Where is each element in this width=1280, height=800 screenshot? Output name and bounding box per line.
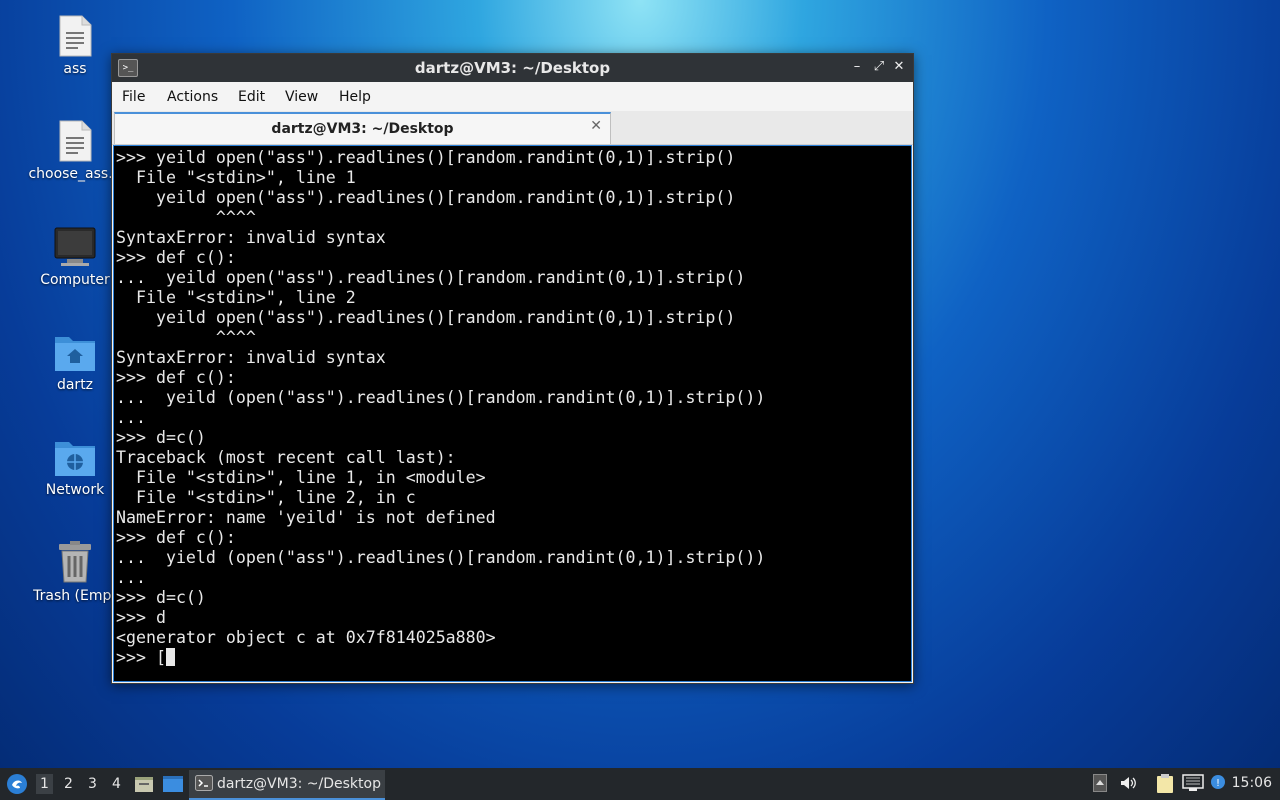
terminal-line: >>> def c(): [116, 528, 236, 547]
menu-view[interactable]: View [285, 89, 318, 105]
terminal-lines: >>> yeild open("ass").readlines()[random… [116, 148, 765, 647]
terminal-line: ^^^^ [215, 208, 256, 227]
terminal-line: SyntaxError: invalid syntax [116, 228, 386, 247]
terminal-prompt: >>> [ [116, 648, 166, 667]
terminal-text: >>> yeild open("ass").readlines()[random… [114, 146, 911, 668]
menu-edit[interactable]: Edit [238, 89, 265, 105]
volume-icon[interactable] [1119, 774, 1137, 792]
workspace-2[interactable]: 2 [64, 776, 73, 792]
taskbar-task-label: dartz@VM3: ~/Desktop [217, 776, 381, 792]
minimize-button[interactable]: – [848, 58, 866, 76]
taskbar: 1 2 3 4 dartz@VM3: ~/Desktop ! 15:06 [0, 768, 1280, 800]
workspace-3[interactable]: 3 [88, 776, 97, 792]
maximize-button[interactable]: ⤢ [870, 58, 888, 76]
terminal-line: SyntaxError: invalid syntax [116, 348, 386, 367]
terminal-line: yeild open("ass").readlines()[random.ran… [155, 188, 736, 207]
terminal-line: ... [116, 408, 146, 427]
window-title: dartz@VM3: ~/Desktop [414, 59, 611, 77]
terminal-line: >>> def c(): [116, 368, 236, 387]
terminal-app-icon [195, 775, 213, 791]
computer-icon [54, 227, 96, 266]
terminal-window: >_ dartz@VM3: ~/Desktop – ⤢ ✕ File Actio… [111, 53, 914, 684]
terminal-line: NameError: name 'yeild' is not defined [116, 508, 496, 527]
terminal-line: ... [116, 568, 146, 587]
terminal-line: ... yeild (open("ass").readlines()[rando… [116, 388, 766, 407]
text-file-icon [59, 120, 92, 162]
terminal-output[interactable]: >>> yeild open("ass").readlines()[random… [113, 145, 912, 682]
tab-close-icon[interactable]: ✕ [590, 118, 602, 134]
home-folder-icon [55, 337, 95, 371]
close-button[interactable]: ✕ [890, 58, 908, 76]
show-desktop-icon[interactable] [162, 774, 184, 794]
terminal-line: ... yeild open("ass").readlines()[random… [116, 268, 746, 287]
menu-file[interactable]: File [122, 89, 145, 105]
terminal-line: Traceback (most recent call last): [116, 448, 456, 467]
terminal-line: >>> d [116, 608, 166, 627]
terminal-line: >>> yeild open("ass").readlines()[random… [116, 148, 736, 167]
tab-bar: dartz@VM3: ~/Desktop ✕ [112, 111, 913, 145]
text-cursor [165, 648, 175, 666]
terminal-line: yeild open("ass").readlines()[random.ran… [155, 308, 736, 327]
text-file-icon [59, 15, 92, 57]
workspace-4[interactable]: 4 [112, 776, 121, 792]
terminal-line: File "<stdin>", line 2, in c [135, 488, 416, 507]
taskbar-task-terminal[interactable]: dartz@VM3: ~/Desktop [189, 770, 385, 800]
tab-label: dartz@VM3: ~/Desktop [271, 121, 454, 137]
network-folder-icon [55, 442, 95, 476]
terminal-line: File "<stdin>", line 2 [135, 288, 356, 307]
network-status-icon[interactable] [1182, 774, 1204, 792]
tray-scroll-icon[interactable] [1093, 774, 1107, 792]
trash-icon [59, 541, 91, 583]
terminal-line: File "<stdin>", line 1, in <module> [135, 468, 486, 487]
terminal-line: <generator object c at 0x7f814025a880> [116, 628, 496, 647]
menu-bar: File Actions Edit View Help [112, 82, 913, 111]
notification-icon[interactable]: ! [1210, 774, 1226, 790]
terminal-line: >>> def c(): [116, 248, 236, 267]
workspace-1[interactable]: 1 [36, 774, 53, 794]
menu-actions[interactable]: Actions [167, 89, 218, 105]
terminal-line: >>> d=c() [116, 428, 206, 447]
file-manager-icon[interactable] [134, 774, 154, 794]
svg-text:!: ! [1216, 778, 1220, 789]
terminal-line: >>> d=c() [116, 588, 206, 607]
tab-terminal[interactable]: dartz@VM3: ~/Desktop ✕ [114, 112, 611, 144]
window-titlebar[interactable]: >_ dartz@VM3: ~/Desktop – ⤢ ✕ [112, 54, 913, 82]
start-menu-icon[interactable] [6, 773, 28, 795]
clock[interactable]: 15:06 [1232, 775, 1272, 791]
menu-help[interactable]: Help [339, 89, 371, 105]
terminal-line: ^^^^ [215, 328, 256, 347]
clipboard-icon[interactable] [1156, 774, 1174, 794]
terminal-line: File "<stdin>", line 1 [135, 168, 356, 187]
terminal-line: ... yield (open("ass").readlines()[rando… [116, 548, 766, 567]
